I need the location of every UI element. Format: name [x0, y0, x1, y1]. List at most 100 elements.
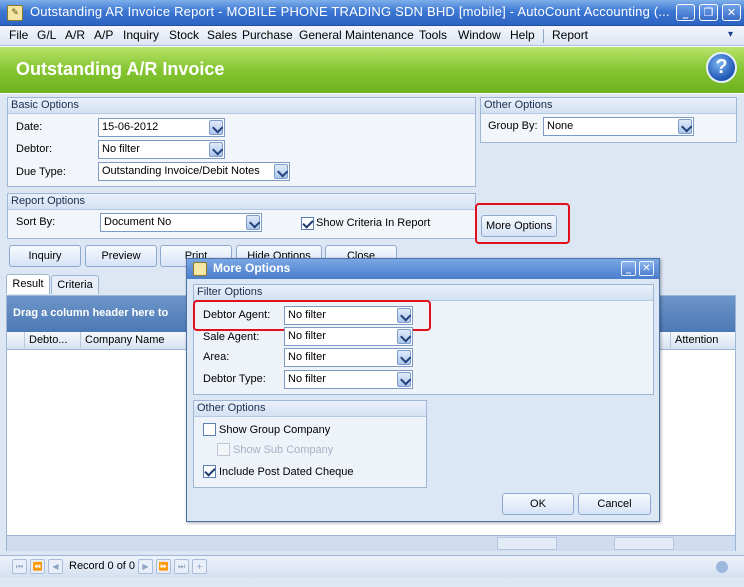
column-header-attention[interactable]: Attention — [670, 332, 735, 350]
show-sub-company-label: Show Sub Company — [233, 444, 334, 456]
more-options-button[interactable]: More Options — [481, 215, 557, 237]
basic-options-title: Basic Options — [8, 98, 475, 114]
menu-bar: File G/L A/R A/P Inquiry Stock Sales Pur… — [0, 26, 744, 46]
sort-by-value: Document No — [104, 216, 172, 228]
sale-agent-label: Sale Agent: — [203, 331, 260, 343]
menu-ar[interactable]: A/R — [65, 28, 85, 42]
help-icon[interactable]: ? — [706, 52, 737, 83]
area-select[interactable]: No filter — [284, 348, 413, 367]
chevron-down-icon[interactable] — [397, 329, 411, 344]
due-type-value: Outstanding Invoice/Debit Notes — [102, 165, 260, 177]
sort-by-label: Sort By: — [16, 216, 56, 228]
chevron-down-icon[interactable] — [397, 372, 411, 387]
dialog-app-icon — [193, 262, 207, 276]
group-by-value: None — [547, 120, 574, 132]
date-value: 15-06-2012 — [102, 121, 159, 133]
menu-file[interactable]: File — [9, 28, 28, 42]
debtor-agent-label: Debtor Agent: — [203, 309, 271, 321]
chevron-down-icon[interactable] — [246, 215, 260, 230]
restore-icon[interactable]: ❐ — [699, 4, 718, 21]
chevron-down-icon[interactable]: ▾ — [728, 29, 740, 43]
column-header-debtor[interactable]: Debto... — [25, 332, 81, 350]
page-title: Outstanding A/R Invoice — [16, 59, 225, 79]
show-group-company-label: Show Group Company — [219, 424, 331, 436]
record-navigator: ⏮ ⏪ ◀ Record 0 of 0 ▶ ⏩ ⏭ + — [0, 555, 744, 577]
add-record-icon[interactable]: + — [192, 559, 207, 574]
tab-result[interactable]: Result — [6, 274, 50, 294]
menu-sales[interactable]: Sales — [207, 28, 237, 42]
column-header-company-name[interactable]: Company Name — [81, 332, 191, 350]
show-criteria-label: Show Criteria In Report — [316, 217, 431, 229]
menu-ap[interactable]: A/P — [94, 28, 113, 42]
area-label: Area: — [203, 351, 230, 363]
row-indicator-header — [7, 332, 25, 350]
menu-inquiry[interactable]: Inquiry — [123, 28, 159, 42]
debtor-agent-value: No filter — [288, 309, 326, 321]
group-by-select[interactable]: None — [543, 117, 694, 136]
menu-report[interactable]: Report — [552, 28, 588, 42]
window-titlebar: ✎ Outstanding AR Invoice Report - MOBILE… — [0, 0, 744, 26]
next-record-icon[interactable]: ▶ — [138, 559, 153, 574]
close-icon[interactable]: ✕ — [722, 4, 741, 21]
chevron-down-icon[interactable] — [274, 164, 288, 179]
dialog-titlebar: More Options _ ✕ — [187, 259, 659, 279]
window-title: Outstanding AR Invoice Report - MOBILE P… — [30, 4, 670, 19]
menu-general-maintenance[interactable]: General Maintenance — [299, 28, 414, 42]
include-post-dated-cheque-label: Include Post Dated Cheque — [219, 466, 354, 478]
last-page-icon[interactable]: ⏭ — [174, 559, 189, 574]
grid-footer-row — [7, 535, 735, 551]
sort-by-select[interactable]: Document No — [100, 213, 262, 232]
preview-button[interactable]: Preview — [85, 245, 157, 267]
minimize-icon[interactable]: _ — [621, 261, 636, 276]
close-icon[interactable]: ✕ — [639, 261, 654, 276]
area-value: No filter — [288, 351, 326, 363]
sale-agent-select[interactable]: No filter — [284, 327, 413, 346]
chevron-down-icon[interactable] — [678, 119, 692, 134]
menu-purchase[interactable]: Purchase — [242, 28, 293, 42]
sale-agent-value: No filter — [288, 330, 326, 342]
include-post-dated-cheque-checkbox[interactable] — [203, 465, 216, 478]
menu-help[interactable]: Help — [510, 28, 535, 42]
date-label: Date: — [16, 121, 43, 133]
menu-tools[interactable]: Tools — [419, 28, 447, 42]
due-type-select[interactable]: Outstanding Invoice/Debit Notes — [98, 162, 290, 181]
next-page-icon[interactable]: ⏩ — [156, 559, 171, 574]
debtor-type-label: Debtor Type: — [203, 373, 266, 385]
debtor-type-value: No filter — [288, 373, 326, 385]
chevron-down-icon[interactable] — [397, 350, 411, 365]
inquiry-button[interactable]: Inquiry — [9, 245, 81, 267]
debtor-type-select[interactable]: No filter — [284, 370, 413, 389]
date-picker[interactable]: 15-06-2012 — [98, 118, 225, 137]
other-options-title: Other Options — [481, 98, 736, 114]
show-group-company-checkbox[interactable] — [203, 423, 216, 436]
dialog-other-options-title: Other Options — [194, 401, 426, 417]
prev-record-icon[interactable]: ◀ — [48, 559, 63, 574]
debtor-select[interactable]: No filter — [98, 140, 225, 159]
cancel-button[interactable]: Cancel — [578, 493, 651, 515]
dialog-title: More Options — [213, 261, 291, 275]
prev-page-icon[interactable]: ⏪ — [30, 559, 45, 574]
group-band-text: Drag a column header here to — [13, 307, 169, 319]
menu-gl[interactable]: G/L — [37, 28, 56, 42]
tab-criteria[interactable]: Criteria — [51, 275, 99, 294]
chevron-down-icon[interactable] — [209, 120, 223, 135]
filter-options-title: Filter Options — [194, 285, 653, 301]
debtor-value: No filter — [102, 143, 140, 155]
first-page-icon[interactable]: ⏮ — [12, 559, 27, 574]
page-header: Outstanding A/R Invoice — [0, 47, 744, 93]
scroll-icon[interactable] — [716, 561, 728, 573]
debtor-label: Debtor: — [16, 143, 53, 155]
menu-stock[interactable]: Stock — [169, 28, 199, 42]
chevron-down-icon[interactable] — [209, 142, 223, 157]
ok-button[interactable]: OK — [502, 493, 574, 515]
footer-summary-cell — [614, 537, 674, 550]
debtor-agent-select[interactable]: No filter — [284, 306, 413, 325]
report-options-title: Report Options — [8, 194, 475, 210]
menu-window[interactable]: Window — [458, 28, 501, 42]
show-criteria-checkbox[interactable] — [301, 217, 314, 230]
menu-separator — [543, 29, 544, 43]
minimize-icon[interactable]: _ — [676, 4, 695, 21]
group-by-label: Group By: — [488, 120, 538, 132]
chevron-down-icon[interactable] — [397, 308, 411, 323]
footer-summary-cell — [497, 537, 557, 550]
